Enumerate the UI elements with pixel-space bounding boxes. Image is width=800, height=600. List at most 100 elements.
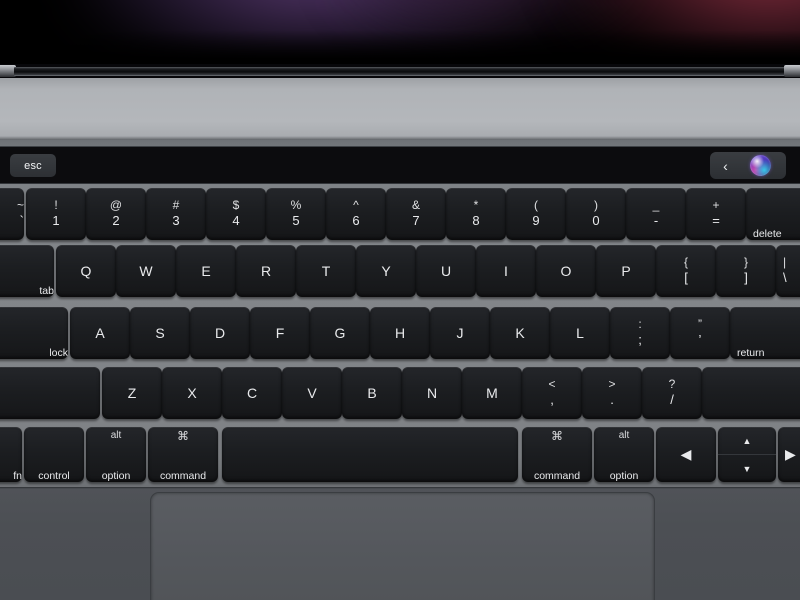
key-comma[interactable]: <, [522, 367, 582, 419]
key-h[interactable]: H [370, 307, 430, 359]
key-command-left-shift-glyph: ⌘ [177, 429, 189, 443]
key-shift-right[interactable] [702, 367, 800, 419]
key-x[interactable]: X [162, 367, 222, 419]
display-screen [0, 0, 800, 64]
key-arrow-left[interactable]: ◀ [656, 427, 716, 482]
key-arrow-down[interactable]: ▼ [718, 455, 776, 482]
key-l[interactable]: L [550, 307, 610, 359]
key-9[interactable]: (9 [506, 188, 566, 240]
key-z[interactable]: Z [102, 367, 162, 419]
key-semicolon[interactable]: :; [610, 307, 670, 359]
key-o[interactable]: O [536, 245, 596, 297]
key-slash[interactable]: ? / [642, 367, 702, 419]
key-arrow-up[interactable]: ▲ [718, 427, 776, 455]
key-bracket-right-shift-glyph: } [743, 255, 748, 270]
key-1[interactable]: ! 1 [26, 188, 86, 240]
key-minus-glyph: - [653, 212, 659, 228]
key-4[interactable]: $4 [206, 188, 266, 240]
key-m[interactable]: M [462, 367, 522, 419]
key-s[interactable]: S [130, 307, 190, 359]
laptop-upper-body [0, 78, 800, 140]
key-w[interactable]: W [116, 245, 176, 297]
touchbar-control-strip[interactable]: ‹ [710, 152, 786, 179]
key-space[interactable] [222, 427, 518, 482]
key-period[interactable]: >. [582, 367, 642, 419]
key-n[interactable]: N [402, 367, 462, 419]
key-c-glyph: C [246, 384, 258, 401]
key-o-glyph: O [560, 262, 572, 279]
trackpad[interactable] [150, 492, 655, 600]
key-8[interactable]: * 8 [446, 188, 506, 240]
key-bracket-left[interactable]: {[ [656, 245, 716, 297]
key-delete-glyph: delete [753, 227, 782, 240]
key-v[interactable]: V [282, 367, 342, 419]
key-backslash[interactable]: | \ [776, 245, 800, 297]
key-6[interactable]: ^ 6 [326, 188, 386, 240]
key-y-glyph: Y [381, 262, 391, 279]
key-0[interactable]: ) 0 [566, 188, 626, 240]
key-f[interactable]: F [250, 307, 310, 359]
key-arrow-updown[interactable]: ▲ ▼ [718, 427, 776, 482]
key-e[interactable]: E [176, 245, 236, 297]
key-arrow-right[interactable]: ▶ [778, 427, 800, 482]
key-c[interactable]: C [222, 367, 282, 419]
key-b[interactable]: B [342, 367, 402, 419]
key-return-glyph: return [737, 346, 765, 359]
key-5[interactable]: % 5 [266, 188, 326, 240]
key-bracket-right[interactable]: }] [716, 245, 776, 297]
key-shift-left[interactable] [0, 367, 100, 419]
key-fn[interactable]: fn [0, 427, 22, 482]
key-delete[interactable]: delete [746, 188, 800, 240]
key-r-glyph: R [260, 262, 272, 279]
key-g[interactable]: G [310, 307, 370, 359]
key-quote[interactable]: ”’ [670, 307, 730, 359]
key-t[interactable]: T [296, 245, 356, 297]
key-quote-glyph: ’ [698, 331, 702, 347]
key-u[interactable]: U [416, 245, 476, 297]
key-d[interactable]: D [190, 307, 250, 359]
key-8-shift-glyph: * [473, 198, 479, 213]
key-j[interactable]: J [430, 307, 490, 359]
key-semicolon-shift-glyph: : [638, 317, 642, 332]
key-grave-glyph: ` [19, 212, 24, 228]
key-control[interactable]: control [24, 427, 84, 482]
key-7-shift-glyph: & [411, 198, 420, 213]
key-minus[interactable]: _ - [626, 188, 686, 240]
key-k[interactable]: K [490, 307, 550, 359]
key-minus-shift-glyph: _ [652, 198, 660, 213]
key-q[interactable]: Q [56, 245, 116, 297]
key-d-glyph: D [214, 324, 226, 341]
chevron-left-icon[interactable]: ‹ [723, 159, 728, 173]
key-tab[interactable]: tab [0, 245, 54, 297]
key-3[interactable]: #3 [146, 188, 206, 240]
key-i[interactable]: I [476, 245, 536, 297]
key-bracket-left-shift-glyph: { [683, 255, 688, 270]
key-a[interactable]: A [70, 307, 130, 359]
key-grave[interactable]: ~ ` [0, 188, 24, 240]
key-7[interactable]: & 7 [386, 188, 446, 240]
siri-icon[interactable] [749, 155, 771, 176]
touchbar-esc-button[interactable]: esc [10, 154, 56, 177]
key-option-left-glyph: option [101, 469, 131, 482]
macbook-screenshot: esc ‹ ~ `! 1 @2 #3 $4% 5 ^ 6 & 7 * 8(9) 0 _ - + = delete ta… [0, 0, 800, 600]
key-bracket-right-glyph: ] [744, 269, 748, 285]
key-command-left[interactable]: ⌘ command [148, 427, 218, 482]
key-2[interactable]: @2 [86, 188, 146, 240]
key-p[interactable]: P [596, 245, 656, 297]
key-backslash-glyph: \ [783, 269, 787, 285]
key-y[interactable]: Y [356, 245, 416, 297]
key-8-glyph: 8 [472, 212, 480, 228]
key-s-glyph: S [155, 324, 165, 341]
key-2-shift-glyph: @ [109, 198, 123, 213]
key-option-right[interactable]: alt option [594, 427, 654, 482]
key-return[interactable]: return [730, 307, 800, 359]
key-k-glyph: K [515, 324, 525, 341]
key-option-left[interactable]: alt option [86, 427, 146, 482]
key-caps-lock[interactable]: lock [0, 307, 68, 359]
touch-bar[interactable]: esc ‹ [0, 146, 800, 184]
key-option-right-glyph: option [609, 469, 639, 482]
key-e-glyph: E [201, 262, 211, 279]
key-command-right[interactable]: ⌘ command [522, 427, 592, 482]
key-r[interactable]: R [236, 245, 296, 297]
key-equal[interactable]: + = [686, 188, 746, 240]
